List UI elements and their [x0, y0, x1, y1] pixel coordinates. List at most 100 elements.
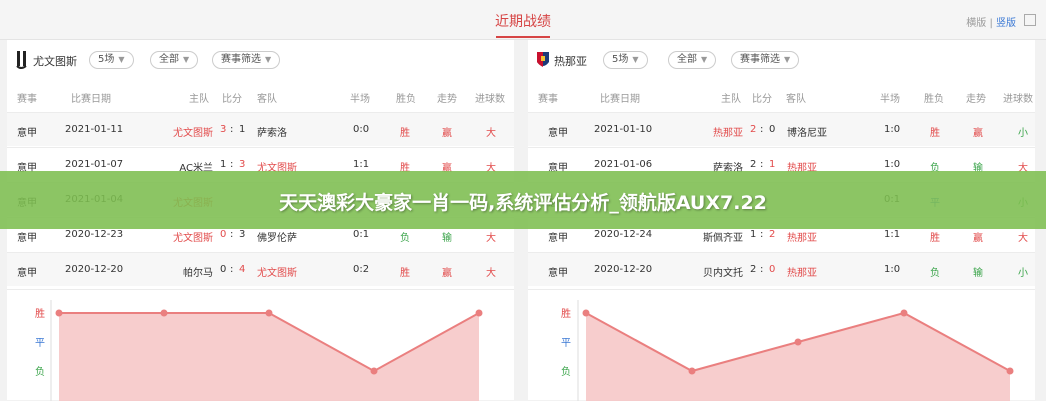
row-away-team[interactable]: 热那亚 — [787, 229, 817, 244]
row-away-score: 3 — [239, 159, 246, 170]
row-date: 2021-01-11 — [65, 124, 124, 135]
trend-point[interactable] — [265, 309, 273, 317]
row-goals: 大 — [486, 233, 496, 244]
col-home: 主队 — [721, 94, 741, 105]
row-halftime: 1:0 — [884, 124, 901, 135]
table-header: 赛事 比赛日期 主队 比分 客队 半场 胜负 走势 进球数 — [7, 80, 514, 112]
team-name: 尤文图斯 — [33, 55, 77, 68]
table-row[interactable]: 意甲 2021-01-11 尤文图斯 3:1 萨索洛 0:0 胜 赢 大 — [7, 112, 514, 146]
venue-value: 全部 — [677, 54, 697, 65]
horizontal-layout-link[interactable]: 横版 — [966, 18, 986, 29]
row-away-team[interactable]: 萨索洛 — [257, 124, 287, 139]
match-count-select[interactable]: 5场 ▼ — [603, 51, 648, 69]
league-filter-select[interactable]: 赛事筛选 ▼ — [731, 51, 800, 69]
layout-switch: 横版 | 竖版 — [966, 14, 1016, 29]
trend-point[interactable] — [475, 309, 483, 317]
col-goals: 进球数 — [1003, 94, 1033, 105]
row-league: 意甲 — [17, 128, 37, 139]
axis-label: 平 — [35, 338, 45, 349]
trend-point[interactable] — [794, 338, 802, 346]
col-half: 半场 — [880, 94, 900, 105]
row-home-team[interactable]: 尤文图斯 — [173, 229, 213, 244]
top-bar: 近期战绩 横版 | 竖版 — [0, 0, 1046, 40]
row-away-score: 1 — [239, 124, 246, 135]
row-home-team[interactable]: 贝内文托 — [703, 264, 743, 279]
table-header: 赛事 比赛日期 主队 比分 客队 半场 胜负 走势 进球数 — [528, 80, 1035, 112]
trend-point[interactable] — [900, 309, 908, 317]
match-count-value: 5场 — [612, 54, 629, 65]
row-trend: 赢 — [973, 233, 983, 244]
row-away-team[interactable]: 尤文图斯 — [257, 264, 297, 279]
col-score: 比分 — [752, 94, 772, 105]
row-halftime: 1:0 — [884, 159, 901, 170]
axis-label: 负 — [35, 365, 45, 378]
overlay-banner: 天天澳彩大豪家一肖一码,系统评估分析_领航版AUX7.22 — [0, 171, 1046, 229]
trend-point[interactable] — [688, 367, 696, 375]
row-result: 胜 — [930, 233, 940, 244]
row-away-team[interactable]: 博洛尼亚 — [787, 124, 827, 139]
row-home-score: 1 — [220, 159, 227, 170]
row-home-team[interactable]: 尤文图斯 — [173, 124, 213, 139]
title-underline — [496, 36, 550, 38]
row-goals: 大 — [486, 128, 496, 139]
trend-point[interactable] — [160, 309, 168, 317]
league-filter-select[interactable]: 赛事筛选 ▼ — [212, 51, 281, 69]
trend-point[interactable] — [370, 367, 378, 375]
trend-chart-svg: 胜平负 — [561, 300, 1014, 401]
row-result: 负 — [930, 268, 940, 279]
row-away-score: 1 — [769, 159, 776, 170]
row-date: 2020-12-24 — [594, 229, 653, 240]
col-league: 赛事 — [538, 94, 558, 105]
row-goals: 大 — [1018, 233, 1028, 244]
row-score-sep: : — [760, 159, 764, 170]
col-result: 胜负 — [396, 94, 416, 105]
row-home-team[interactable]: 热那亚 — [713, 124, 743, 139]
vertical-layout-link[interactable]: 竖版 — [996, 18, 1016, 29]
row-away-team[interactable]: 佛罗伦萨 — [257, 229, 297, 244]
axis-label: 胜 — [35, 308, 45, 320]
row-away-score: 3 — [239, 229, 246, 240]
trend-point[interactable] — [55, 309, 63, 317]
trend-point[interactable] — [1006, 367, 1014, 375]
juventus-logo-icon — [16, 51, 27, 69]
row-away-score: 2 — [769, 229, 776, 240]
page-title: 近期战绩 — [495, 14, 551, 30]
match-count-select[interactable]: 5场 ▼ — [89, 51, 134, 69]
row-trend: 赢 — [442, 128, 452, 139]
panel-header: 尤文图斯 5场 ▼ 全部 ▼ 赛事筛选 ▼ — [7, 40, 514, 80]
row-score-sep: : — [760, 264, 764, 275]
row-away-team[interactable]: 热那亚 — [787, 264, 817, 279]
window-box-icon[interactable] — [1024, 14, 1036, 26]
row-home-team[interactable]: 帕尔马 — [183, 264, 213, 279]
league-filter-value: 赛事筛选 — [221, 54, 261, 65]
table-row[interactable]: 意甲 2021-01-10 热那亚 2:0 博洛尼亚 1:0 胜 赢 小 — [528, 112, 1035, 146]
venue-select[interactable]: 全部 ▼ — [668, 51, 717, 69]
trend-point[interactable] — [582, 309, 590, 317]
venue-select[interactable]: 全部 ▼ — [150, 51, 199, 69]
row-league: 意甲 — [17, 233, 37, 244]
row-score-sep: : — [230, 229, 234, 240]
row-halftime: 1:1 — [884, 229, 901, 240]
league-filter-value: 赛事筛选 — [740, 54, 780, 65]
col-away: 客队 — [786, 94, 806, 105]
match-count-value: 5场 — [98, 54, 115, 65]
axis-label: 负 — [561, 365, 571, 378]
row-result: 胜 — [930, 128, 940, 139]
table-row[interactable]: 意甲 2020-12-20 贝内文托 2:0 热那亚 1:0 负 输 小 — [528, 252, 1035, 286]
axis-label: 平 — [561, 338, 571, 349]
row-league: 意甲 — [548, 128, 568, 139]
row-halftime: 1:1 — [353, 159, 370, 170]
col-score: 比分 — [222, 94, 242, 105]
col-league: 赛事 — [17, 94, 37, 105]
chevron-down-icon: ▼ — [118, 55, 125, 64]
col-trend: 走势 — [437, 94, 457, 105]
col-trend: 走势 — [966, 94, 986, 105]
overlay-banner-text: 天天澳彩大豪家一肖一码,系统评估分析_领航版AUX7.22 — [279, 192, 767, 214]
row-home-team[interactable]: 斯佩齐亚 — [703, 229, 743, 244]
row-score-sep: : — [230, 159, 234, 170]
row-halftime: 1:0 — [884, 264, 901, 275]
table-row[interactable]: 意甲 2020-12-20 帕尔马 0:4 尤文图斯 0:2 胜 赢 大 — [7, 252, 514, 286]
row-away-score: 0 — [769, 124, 776, 135]
trend-chart-svg: 胜平负 — [35, 300, 483, 401]
row-result: 胜 — [400, 128, 410, 139]
